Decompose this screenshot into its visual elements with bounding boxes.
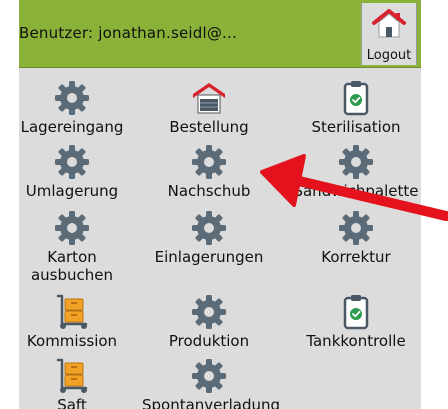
menu-item-label: Bestellung <box>169 118 249 136</box>
hand-truck-icon <box>54 294 90 330</box>
menu-item-kommission[interactable]: Kommission <box>19 294 139 358</box>
menu-item-label: Umlagerung <box>25 182 119 200</box>
gear-icon <box>54 80 90 116</box>
gear-icon <box>54 210 90 246</box>
menu-item-karton-ausbuchen[interactable]: Karton ausbuchen <box>19 210 139 284</box>
menu-item-tankkontrolle[interactable]: Tankkontrolle <box>289 294 421 358</box>
menu-item-label: Sandwichpalette <box>293 182 419 200</box>
logout-button[interactable]: Logout <box>361 3 417 65</box>
menu-item-bestellung[interactable]: Bestellung <box>142 80 276 144</box>
menu-item-label: Nachschub <box>167 182 251 200</box>
gear-icon <box>338 144 374 180</box>
menu-item-label: Karton ausbuchen <box>30 248 114 284</box>
menu-item-korrektur[interactable]: Korrektur <box>289 210 421 274</box>
garage-icon <box>191 80 227 116</box>
menu-item-nachschub[interactable]: Nachschub <box>142 144 276 208</box>
header-bar: Benutzer: jonathan.seidl@... Logout <box>19 0 421 68</box>
menu-item-spontanverladung[interactable]: Spontanverladung <box>142 358 280 409</box>
menu-item-label: Sterilisation <box>311 118 401 136</box>
menu-item-label: Spontanverladung <box>142 396 280 409</box>
house-icon <box>372 9 406 38</box>
gear-icon <box>191 358 227 394</box>
menu-item-label: Saft <box>57 396 87 409</box>
gear-icon <box>54 144 90 180</box>
menu-item-produktion[interactable]: Produktion <box>142 294 276 358</box>
menu-item-label: Einlagerungen <box>154 248 264 266</box>
menu-item-label: Lagereingang <box>20 118 124 136</box>
menu-item-label: Tankkontrolle <box>306 332 406 350</box>
gear-icon <box>191 210 227 246</box>
gear-icon <box>191 144 227 180</box>
menu-item-label: Korrektur <box>321 248 391 266</box>
hand-truck-icon <box>54 358 90 394</box>
app-frame: Benutzer: jonathan.seidl@... Logout Lage… <box>19 0 421 409</box>
clipboard-check-icon <box>338 294 374 330</box>
menu-item-lagereingang[interactable]: Lagereingang <box>19 80 139 144</box>
menu-item-umlagerung[interactable]: Umlagerung <box>19 144 139 208</box>
menu-item-sandwichpalette[interactable]: Sandwichpalette <box>289 144 421 208</box>
menu-item-einlagerungen[interactable]: Einlagerungen <box>142 210 276 274</box>
gear-icon <box>338 210 374 246</box>
logout-label: Logout <box>366 48 412 63</box>
user-label: Benutzer: jonathan.seidl@... <box>19 24 237 42</box>
clipboard-check-icon <box>338 80 374 116</box>
gear-icon <box>191 294 227 330</box>
menu-item-sterilisation[interactable]: Sterilisation <box>289 80 421 144</box>
menu-item-label: Produktion <box>168 332 250 350</box>
menu-item-saft[interactable]: Saft <box>19 358 139 409</box>
menu-item-label: Kommission <box>26 332 118 350</box>
